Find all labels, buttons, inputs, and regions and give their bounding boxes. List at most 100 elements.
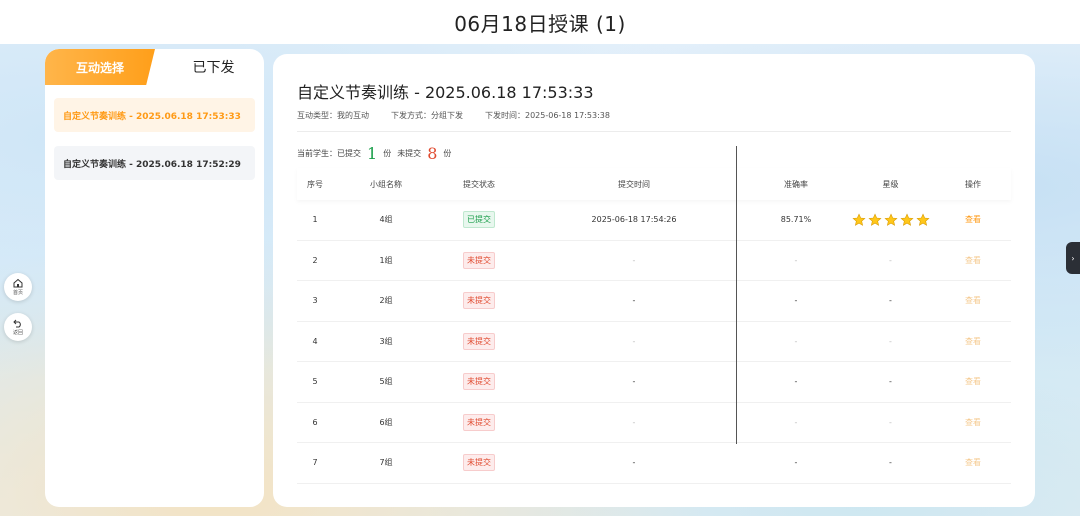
table-row: 6 6组 未提交 - - - 查看 <box>297 403 1011 443</box>
submitted-unit: 份 <box>383 149 392 158</box>
stars-empty: - <box>889 377 892 387</box>
back-label: 返回 <box>12 330 23 336</box>
home-icon <box>13 278 23 288</box>
cell-action: 查看 <box>938 417 1008 428</box>
cell-stars: - <box>843 458 938 467</box>
submitted-label: 已提交 <box>337 149 361 158</box>
view-link[interactable]: 查看 <box>965 215 981 224</box>
sent-list: 自定义节奏训练 - 2025.06.18 17:53:33 自定义节奏训练 - … <box>45 85 264 180</box>
cell-action: 查看 <box>938 336 1008 347</box>
cell-time: 2025-06-18 17:54:26 <box>591 215 677 225</box>
tab-interactive-select[interactable]: 互动选择 <box>45 49 155 85</box>
cell-index: 5 <box>312 377 318 387</box>
cell-status: 未提交 <box>439 454 519 472</box>
table-row: 5 5组 未提交 - - - 查看 <box>297 362 1011 403</box>
status-badge: 未提交 <box>463 373 495 391</box>
cell-index: 4 <box>312 336 318 346</box>
table-row: 2 1组 未提交 - - - 查看 <box>297 241 1011 281</box>
status-badge: 未提交 <box>463 413 495 431</box>
chevron-right-icon: › <box>1071 253 1075 263</box>
table-row: 1 4组 已提交 2025-06-18 17:54:26 85.71% 查看 <box>297 200 1011 241</box>
star-icon <box>851 213 866 226</box>
cell-accuracy: - <box>794 417 798 427</box>
page-title: 06月18日授课 (1) <box>454 11 626 36</box>
col-stars: 星级 <box>882 179 899 189</box>
tab-sent[interactable]: 已下发 <box>155 49 264 85</box>
col-group: 小组名称 <box>370 179 402 189</box>
cell-group: 2组 <box>379 296 393 306</box>
cell-action: 查看 <box>938 457 1008 468</box>
left-panel: 互动选择 已下发 自定义节奏训练 - 2025.06.18 17:53:33 自… <box>45 49 264 507</box>
cell-stars <box>843 213 938 227</box>
results-table: 序号 小组名称 提交状态 提交时间 准确率 星级 操作 1 4组 已提交 2025-0… <box>297 168 1011 484</box>
cell-group: 4组 <box>379 215 393 225</box>
cell-group: 3组 <box>379 336 393 346</box>
cell-action: 查看 <box>938 214 1008 225</box>
table-row: 3 2组 未提交 - - - 查看 <box>297 281 1011 322</box>
cell-accuracy: 85.71% <box>780 215 812 225</box>
cell-group: 6组 <box>379 417 393 427</box>
col-action: 操作 <box>965 179 981 189</box>
cell-accuracy: - <box>794 296 798 306</box>
divider <box>297 131 1011 132</box>
pending-unit: 份 <box>443 149 452 158</box>
cell-accuracy: - <box>794 377 798 387</box>
meta-type: 互动类型：我的互动 <box>297 111 369 120</box>
cell-action: 查看 <box>938 295 1008 306</box>
cell-status: 已提交 <box>439 211 519 229</box>
stars-empty: - <box>889 296 892 306</box>
status-badge: 未提交 <box>463 332 495 350</box>
view-link[interactable]: 查看 <box>965 377 981 386</box>
cell-stars: - <box>843 296 938 305</box>
table-row: 7 7组 未提交 - - - 查看 <box>297 443 1011 484</box>
table-row: 4 3组 未提交 - - - 查看 <box>297 322 1011 362</box>
back-button[interactable]: 返回 <box>4 313 32 341</box>
cell-time: - <box>632 377 636 387</box>
col-accuracy: 准确率 <box>784 179 808 189</box>
cell-accuracy: - <box>794 336 798 346</box>
stars-empty: - <box>889 336 892 346</box>
list-item[interactable]: 自定义节奏训练 - 2025.06.18 17:52:29 <box>54 146 255 180</box>
cell-accuracy: - <box>794 458 798 468</box>
cell-time: - <box>632 417 636 427</box>
cell-stars: - <box>843 256 938 265</box>
star-icon <box>915 213 930 226</box>
stars-empty: - <box>889 255 892 265</box>
cell-group: 7组 <box>379 458 393 468</box>
status-badge: 未提交 <box>463 454 495 472</box>
list-item[interactable]: 自定义节奏训练 - 2025.06.18 17:53:33 <box>54 98 255 132</box>
cell-status: 未提交 <box>439 292 519 310</box>
stars-empty: - <box>889 458 892 468</box>
view-link[interactable]: 查看 <box>965 256 981 265</box>
view-link[interactable]: 查看 <box>965 418 981 427</box>
view-link[interactable]: 查看 <box>965 458 981 467</box>
pending-label: 未提交 <box>397 149 422 158</box>
cell-status: 未提交 <box>439 373 519 391</box>
cell-status: 未提交 <box>439 251 519 269</box>
view-link[interactable]: 查看 <box>965 296 981 305</box>
tab-bar: 互动选择 已下发 <box>45 49 264 85</box>
home-button[interactable]: 首页 <box>4 273 32 301</box>
page-header: 06月18日授课 (1) <box>0 0 1080 44</box>
status-badge: 未提交 <box>463 292 495 310</box>
status-badge: 未提交 <box>463 251 495 269</box>
pending-count: 8 <box>427 144 438 163</box>
activity-meta: 互动类型：我的互动 下发方式：分组下发 下发时间：2025-06-18 17:5… <box>297 110 610 121</box>
cell-action: 查看 <box>938 376 1008 387</box>
cell-status: 未提交 <box>439 413 519 431</box>
star-icon <box>867 213 882 226</box>
cell-stars: - <box>843 377 938 386</box>
cell-index: 7 <box>312 458 318 468</box>
home-label: 首页 <box>12 290 23 296</box>
cell-index: 1 <box>312 215 318 225</box>
main-panel: 自定义节奏训练 - 2025.06.18 17:53:33 互动类型：我的互动 … <box>273 54 1035 507</box>
cell-group: 1组 <box>379 255 393 265</box>
cell-stars: - <box>843 418 938 427</box>
scroll-divider <box>736 146 737 444</box>
expand-drawer-button[interactable]: › <box>1066 242 1080 274</box>
submission-counts: 当前学生： 已提交 1 份 未提交 8 份 <box>297 144 451 163</box>
star-icon <box>883 213 898 226</box>
cell-index: 6 <box>312 417 318 427</box>
table-header: 序号 小组名称 提交状态 提交时间 准确率 星级 操作 <box>297 168 1011 200</box>
view-link[interactable]: 查看 <box>965 337 981 346</box>
